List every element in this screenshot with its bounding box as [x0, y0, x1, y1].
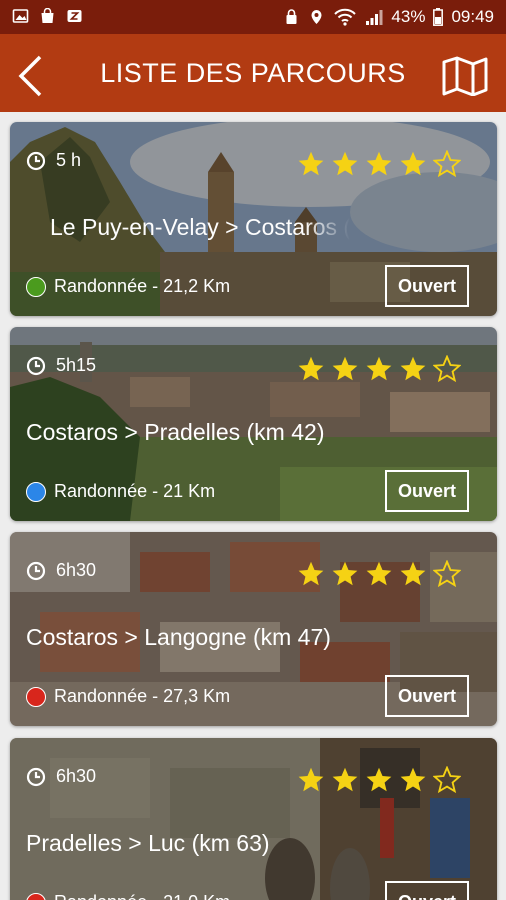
star-filled-icon	[366, 561, 392, 586]
route-meta-text: Randonnée - 27,3 Km	[54, 686, 231, 706]
app-notification-icon	[67, 10, 82, 22]
status-button[interactable]: Ouvert	[385, 265, 469, 307]
difficulty-dot	[26, 686, 46, 707]
route-card[interactable]: 6h30 Pradelles > Luc (km 63) Randonnée -…	[10, 738, 497, 900]
star-filled-icon	[366, 767, 392, 792]
star-filled-icon	[400, 151, 426, 176]
star-empty-icon	[433, 355, 461, 383]
app-bar: LISTE DES PARCOURS	[0, 34, 506, 112]
clock-time: 09:49	[451, 7, 494, 26]
status-button[interactable]: Ouvert	[385, 881, 469, 900]
route-name: Le Puy-en-Velay > Costaros (km 21)	[50, 214, 350, 240]
star-filled-icon	[298, 561, 324, 586]
clock-icon	[26, 561, 46, 580]
route-card[interactable]: 5 h Le Puy-en-Velay > Costaros (km 21) R…	[10, 122, 497, 316]
battery-icon	[433, 8, 444, 26]
duration-text: 5 h	[56, 150, 82, 170]
star-filled-icon	[332, 356, 358, 381]
star-filled-icon	[366, 151, 392, 176]
location-icon	[311, 10, 322, 24]
back-arrow-icon[interactable]	[14, 54, 48, 98]
star-filled-icon	[298, 356, 324, 381]
battery-percent: 43%	[391, 7, 426, 26]
lock-icon	[286, 9, 297, 24]
difficulty-dot	[26, 892, 46, 900]
star-filled-icon	[298, 767, 324, 792]
gallery-icon	[12, 9, 29, 23]
route-meta: Randonnée - 21,2 Km	[26, 276, 230, 297]
status-button[interactable]: Ouvert	[385, 470, 469, 512]
route-meta-text: Randonnée - 21,0 Km	[54, 892, 230, 900]
duration: 6h30	[26, 766, 96, 787]
star-empty-icon	[433, 150, 461, 178]
route-list: 5 h Le Puy-en-Velay > Costaros (km 21) R…	[0, 112, 506, 900]
star-empty-icon	[433, 766, 461, 794]
route-meta: Randonnée - 27,3 Km	[26, 686, 230, 707]
route-name: Pradelles > Luc (km 63)	[26, 830, 270, 856]
route-meta: Randonnée - 21,0 Km	[26, 892, 230, 900]
difficulty-dot	[26, 276, 46, 297]
star-filled-icon	[332, 151, 358, 176]
difficulty-dot	[26, 481, 46, 502]
image-overlay	[10, 738, 497, 900]
route-meta-text: Randonnée - 21 Km	[54, 481, 216, 501]
page-title: LISTE DES PARCOURS	[100, 58, 406, 88]
duration-text: 6h30	[56, 766, 97, 786]
cell-signal-icon	[366, 10, 383, 25]
duration-text: 5h15	[56, 355, 97, 375]
status-button[interactable]: Ouvert	[385, 675, 469, 717]
wifi-signal-icon	[334, 8, 357, 26]
duration-text: 6h30	[56, 560, 97, 580]
star-filled-icon	[366, 356, 392, 381]
star-filled-icon	[332, 767, 358, 792]
duration: 5 h	[26, 150, 81, 171]
route-name: Costaros > Langogne (km 47)	[26, 624, 331, 650]
status-bar: 43% 09:49	[0, 0, 506, 34]
clock-icon	[26, 356, 46, 375]
duration: 5h15	[26, 355, 96, 376]
clock-icon	[26, 767, 46, 786]
route-meta: Randonnée - 21 Km	[26, 481, 215, 502]
route-card[interactable]: 6h30 Costaros > Langogne (km 47) Randonn…	[10, 532, 497, 726]
star-filled-icon	[400, 767, 426, 792]
rating-stars	[297, 560, 461, 588]
star-filled-icon	[298, 151, 324, 176]
duration: 6h30	[26, 560, 96, 581]
star-filled-icon	[400, 561, 426, 586]
star-empty-icon	[433, 560, 461, 588]
shopping-bag-icon	[41, 8, 54, 23]
route-name: Costaros > Pradelles (km 42)	[26, 419, 325, 445]
rating-stars	[297, 355, 461, 383]
rating-stars	[297, 766, 461, 794]
route-meta-text: Randonnée - 21,2 Km	[54, 276, 231, 296]
route-card[interactable]: 5h15 Costaros > Pradelles (km 42) Randon…	[10, 327, 497, 521]
rating-stars	[297, 150, 461, 178]
clock-icon	[26, 151, 46, 170]
star-filled-icon	[400, 356, 426, 381]
star-filled-icon	[332, 561, 358, 586]
map-icon[interactable]	[442, 56, 488, 96]
